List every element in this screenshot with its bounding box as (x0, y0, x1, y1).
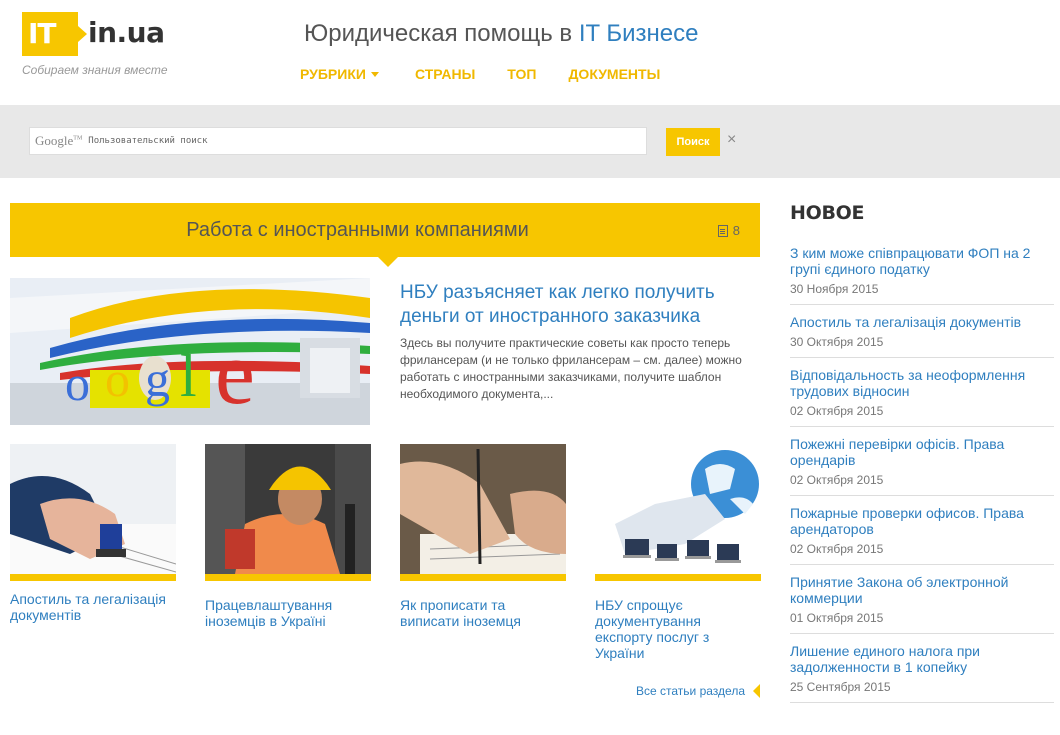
news-date: 30 Октября 2015 (790, 335, 884, 349)
list-item: Принятие Закона об электронной коммерции… (790, 574, 1054, 634)
svg-text:e: e (215, 324, 255, 423)
section-banner: Работа с иностранными компаниями 8 (10, 203, 760, 257)
site-title: Юридическая помощь в IT Бизнесе (304, 20, 699, 48)
news-title[interactable]: Відповідальность за неоформлення трудови… (790, 367, 1054, 399)
article-card[interactable]: Працевлаштування іноземців в Україні (205, 444, 371, 629)
arrow-left-icon (753, 684, 760, 698)
search-input[interactable]: GoogleTM Пользовательский поиск (29, 127, 647, 155)
nav-item-label: РУБРИКИ (300, 66, 366, 82)
list-item: Пожарные проверки офисов. Права арендато… (790, 505, 1054, 565)
logo-text: in.ua (88, 16, 165, 49)
list-item: Апостиль та легалізація документів 30 Ок… (790, 314, 1054, 358)
news-title[interactable]: Пожарные проверки офисов. Права арендато… (790, 505, 1054, 537)
all-articles-label: Все статьи раздела (636, 684, 745, 698)
news-date: 25 Сентября 2015 (790, 680, 891, 694)
sidebar-title: НОВОЕ (790, 202, 865, 224)
logo-box: IT (22, 12, 78, 56)
section-title[interactable]: Работа с иностранными компаниями (10, 219, 705, 242)
news-title[interactable]: Принятие Закона об электронной коммерции (790, 574, 1054, 606)
google-tm: TM (73, 135, 83, 142)
featured-excerpt: Здесь вы получите практические советы ка… (400, 336, 742, 401)
news-title[interactable]: Лишение единого налога при задолженности… (790, 643, 1054, 675)
site-title-main: Юридическая помощь в (304, 20, 579, 47)
list-item: Відповідальность за неоформлення трудови… (790, 367, 1054, 427)
all-articles-link[interactable]: Все статьи раздела (636, 684, 760, 698)
site-slogan: Собираем знания вместе (22, 63, 168, 77)
card-title[interactable]: Працевлаштування іноземців в Україні (205, 597, 371, 629)
svg-text:o: o (105, 351, 130, 407)
nav-item-label: СТРАНЫ (414, 66, 476, 82)
svg-text:l: l (180, 343, 197, 409)
card-title[interactable]: НБУ спрощує документування експорту посл… (595, 597, 761, 661)
worker-helmet-image[interactable] (205, 444, 371, 581)
google-logo-text: Google (35, 133, 74, 148)
nav-item-label: ДОКУМЕНТЫ (568, 66, 661, 82)
list-item: Пожежні перевірки офісів. Права орендарі… (790, 436, 1054, 496)
site-logo[interactable]: IT in.ua (22, 10, 172, 60)
news-title[interactable]: З ким може співпрацювати ФОП на 2 групі … (790, 245, 1054, 277)
search-band: GoogleTM Пользовательский поиск Поиск × (0, 105, 1060, 178)
featured-image[interactable]: o o g l e (10, 278, 370, 425)
news-date: 02 Октября 2015 (790, 473, 884, 487)
news-title[interactable]: Апостиль та легалізація документів (790, 314, 1054, 330)
caret-down-icon (370, 71, 379, 77)
svg-text:o: o (65, 355, 90, 411)
news-date: 01 Октября 2015 (790, 611, 884, 625)
featured-title[interactable]: НБУ разъясняет как легко получить деньги… (400, 281, 750, 329)
search-button[interactable]: Поиск (666, 128, 720, 156)
article-count: 8 (717, 223, 740, 238)
card-title[interactable]: Апостиль та легалізація документів (10, 591, 176, 623)
site-header: IT in.ua Собираем знания вместе Юридичес… (0, 0, 1060, 105)
document-icon (717, 224, 728, 237)
nav-item-documents[interactable]: ДОКУМЕНТЫ (568, 66, 660, 82)
news-date: 02 Октября 2015 (790, 542, 884, 556)
article-count-value: 8 (732, 223, 740, 238)
google-logo: GoogleTM (35, 133, 82, 149)
main-nav: РУБРИКИ СТРАНЫ ТОП ДОКУМЕНТЫ (300, 66, 696, 82)
card-title[interactable]: Як прописати та виписати іноземця (400, 597, 566, 629)
news-title[interactable]: Пожежні перевірки офісів. Права орендарі… (790, 436, 1054, 468)
list-item: Лишение единого налога при задолженности… (790, 643, 1054, 703)
nav-item-rubrics[interactable]: РУБРИКИ (300, 66, 379, 82)
search-placeholder: Пользовательский поиск (88, 136, 208, 146)
google-office-illustration: o o g l e (10, 278, 370, 425)
article-card[interactable]: Як прописати та виписати іноземця (400, 444, 566, 629)
news-date: 02 Октября 2015 (790, 404, 884, 418)
news-date: 30 Ноября 2015 (790, 282, 879, 296)
site-title-accent: IT Бизнесе (578, 20, 699, 47)
nav-item-countries[interactable]: СТРАНЫ (415, 66, 475, 82)
article-card[interactable]: Апостиль та легалізація документів (10, 444, 176, 623)
logo-box-text: IT (28, 17, 57, 50)
logo-arrow (78, 26, 87, 42)
close-icon[interactable]: × (727, 132, 736, 148)
nav-item-label: ТОП (507, 66, 537, 82)
banner-pointer (378, 257, 398, 267)
article-card[interactable]: НБУ спрощує документування експорту посл… (595, 444, 761, 661)
list-item: З ким може співпрацювати ФОП на 2 групі … (790, 245, 1054, 305)
globe-laptops-image[interactable] (595, 444, 761, 581)
nav-item-top[interactable]: ТОП (507, 66, 536, 82)
stamp-hand-image[interactable] (10, 444, 176, 581)
signing-document-image[interactable] (400, 444, 566, 581)
news-list: З ким може співпрацювати ФОП на 2 групі … (790, 245, 1054, 712)
svg-text:g: g (145, 351, 170, 407)
